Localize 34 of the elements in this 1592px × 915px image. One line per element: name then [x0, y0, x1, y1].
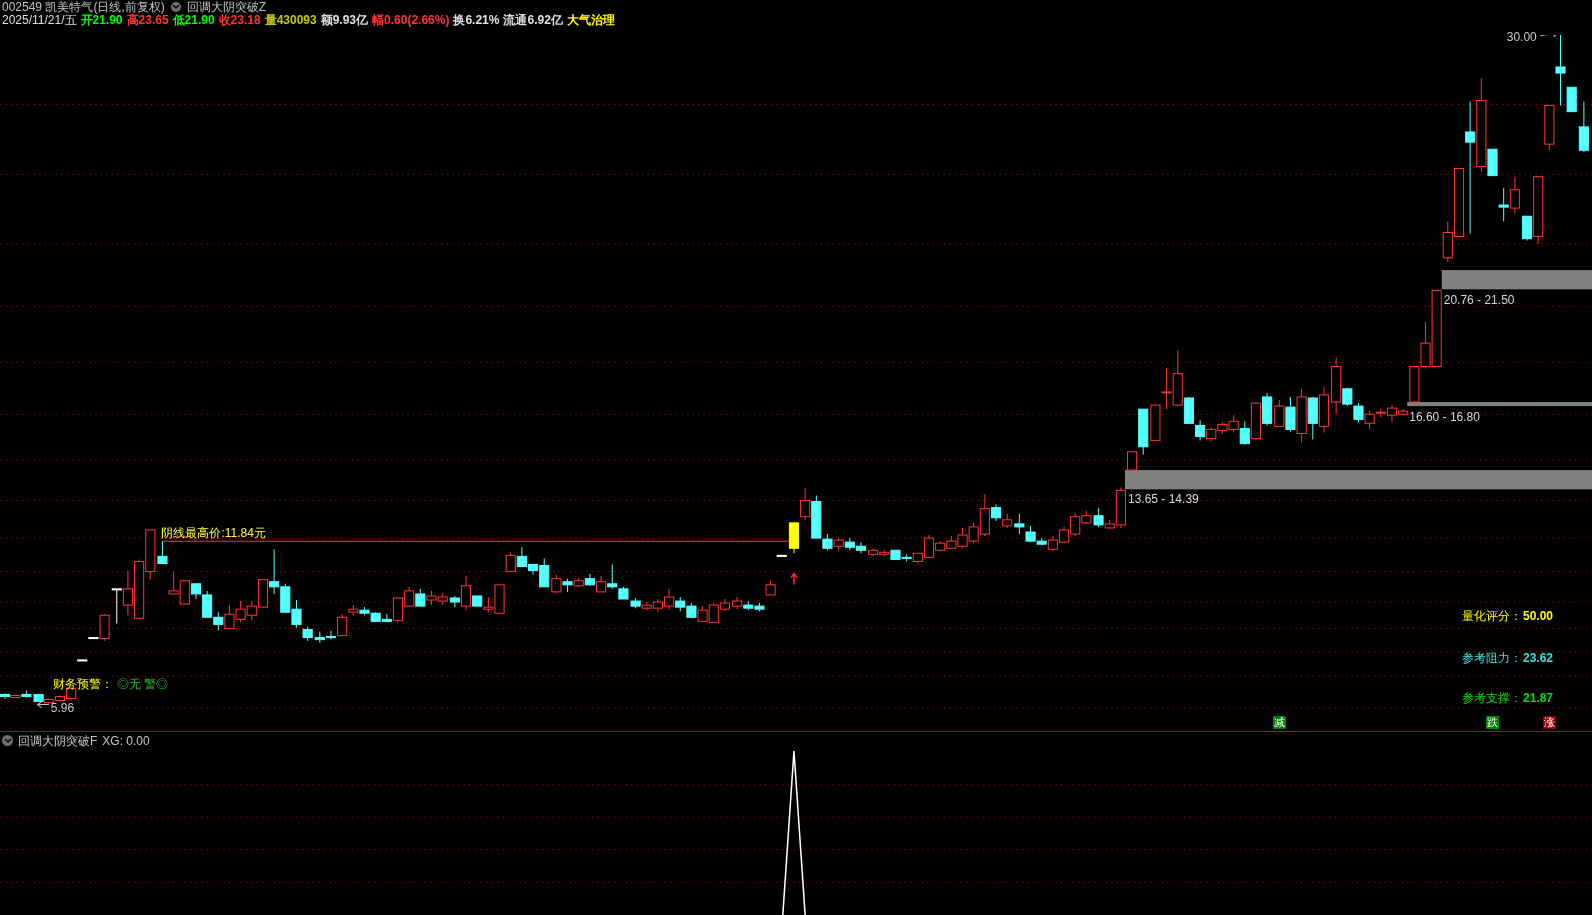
price-label: 5.96: [50, 701, 75, 714]
indicator-name: 回调大阴突破F: [18, 732, 98, 750]
quote-field: 收23.18: [218, 14, 261, 26]
warning-value: ◎无 警◎: [116, 678, 169, 691]
quote-field: 大气治理: [566, 14, 615, 26]
signal-badge: 跌: [1486, 716, 1500, 730]
stat-value: 21.87: [1522, 692, 1553, 705]
quote-field: 量430093: [264, 14, 317, 26]
zone-label: 13.65 - 14.39: [1128, 493, 1199, 506]
indicator-value: XG: 0.00: [102, 732, 150, 750]
indicator-title: 回调大阴突破Z: [186, 0, 267, 13]
dropdown-icon[interactable]: [2, 735, 13, 746]
quote-field: 低21.90: [172, 14, 215, 26]
quote-field: 额9.93亿: [320, 14, 369, 26]
quote-field: 流通6.92亿: [503, 14, 563, 26]
stat-label: 量化评分：: [1462, 610, 1523, 623]
quote-field: 幅0.60(2.66%): [372, 14, 450, 26]
resistance-label: 阴线最高价:11.84元: [161, 526, 266, 539]
quote-field: 高23.65: [126, 14, 169, 26]
quote-field: 开21.90: [80, 14, 123, 26]
signal-badge: 减: [1273, 716, 1287, 730]
stat-label: 参考支撑：: [1462, 692, 1523, 705]
stock-title: 002549 凯美特气(日线,前复权): [2, 0, 165, 13]
dropdown-icon[interactable]: [170, 1, 181, 12]
zone-label: 16.60 - 16.80: [1409, 411, 1480, 424]
stat-label: 参考阻力：: [1462, 651, 1523, 664]
price-label: 30.00: [1506, 31, 1537, 44]
quote-date: 2025/11/21/五: [2, 14, 77, 26]
stat-value: 50.00: [1522, 610, 1553, 623]
warning-label: 财务预警：: [52, 678, 113, 691]
quote-field: 换6.21%: [453, 14, 500, 26]
stat-value: 23.62: [1522, 651, 1553, 664]
zone-label: 20.76 - 21.50: [1443, 294, 1515, 307]
signal-badge: 涨: [1543, 716, 1557, 730]
